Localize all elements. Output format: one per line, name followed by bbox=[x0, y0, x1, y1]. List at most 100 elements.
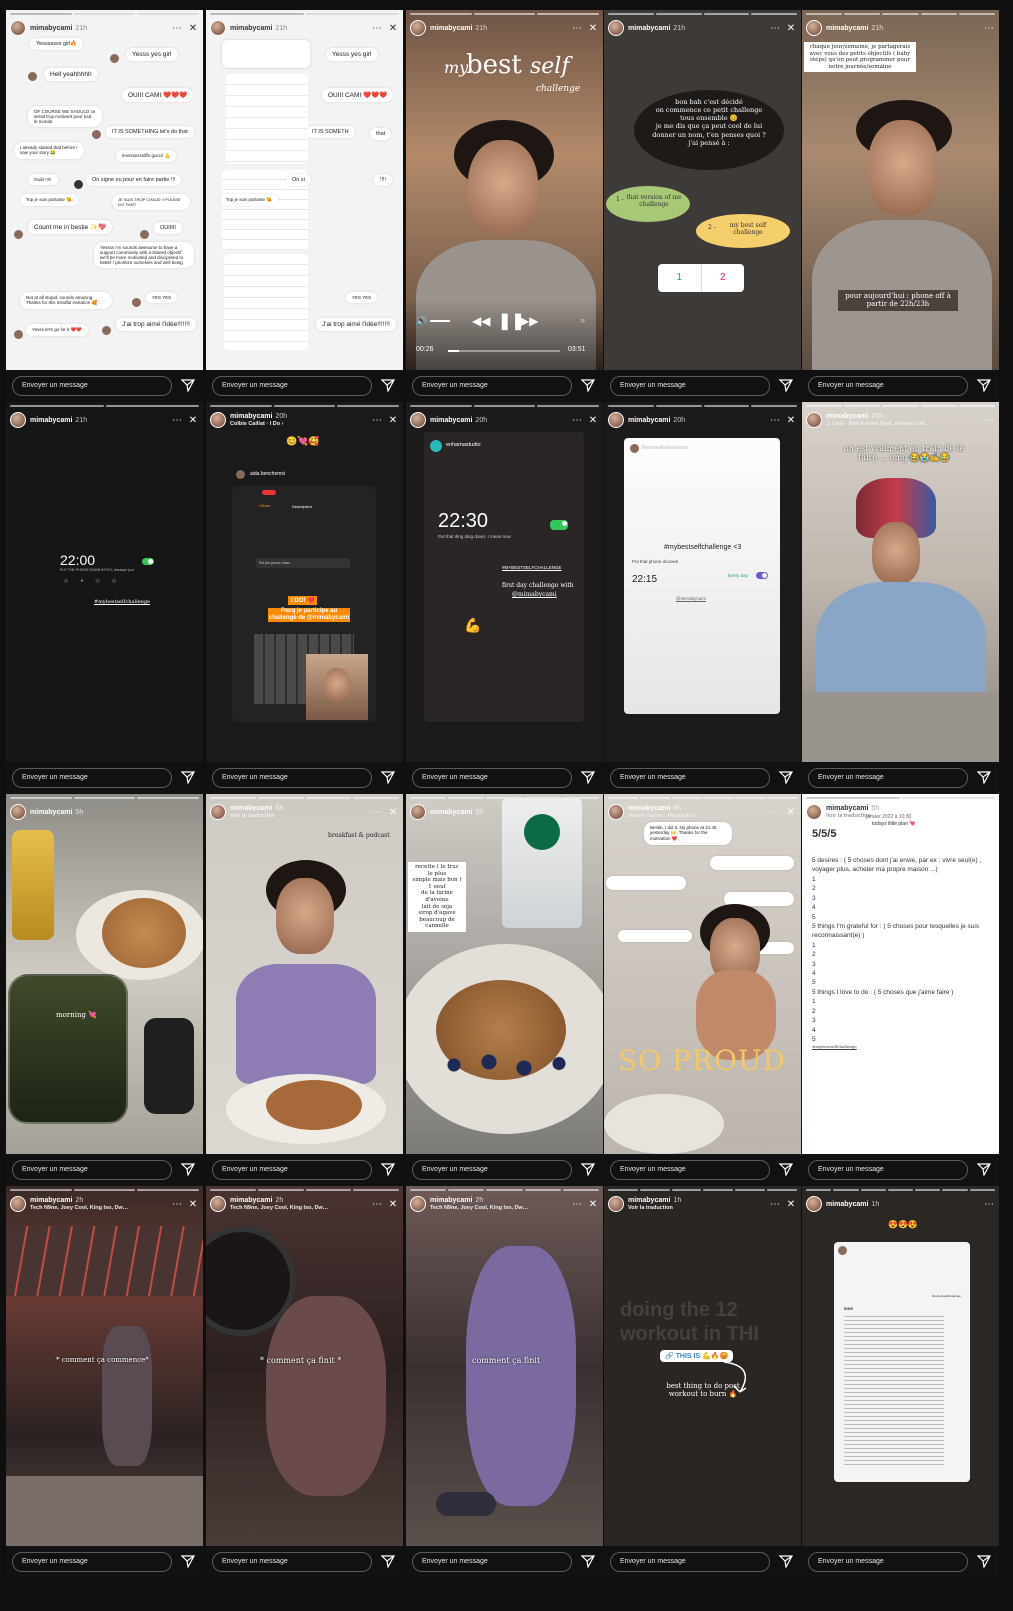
send-icon[interactable] bbox=[779, 1554, 793, 1568]
more-options-icon[interactable]: ⋯ bbox=[571, 23, 583, 34]
send-icon[interactable] bbox=[977, 378, 991, 392]
send-icon[interactable] bbox=[381, 1162, 395, 1176]
more-options-icon[interactable]: ⋯ bbox=[571, 1199, 583, 1210]
send-icon[interactable] bbox=[381, 770, 395, 784]
avatar[interactable] bbox=[210, 412, 226, 428]
story-card[interactable]: mimabycami 21h ⋯ ✕ Yesssssss girl🔥 Yesss … bbox=[6, 10, 203, 402]
message-input[interactable]: Envoyer un message bbox=[12, 376, 172, 396]
avatar[interactable] bbox=[410, 804, 426, 820]
message-input[interactable]: Envoyer un message bbox=[12, 768, 172, 788]
send-icon[interactable] bbox=[581, 378, 595, 392]
close-icon[interactable]: ✕ bbox=[785, 415, 797, 426]
avatar[interactable] bbox=[608, 20, 624, 36]
message-input[interactable]: Envoyer un message bbox=[12, 1552, 172, 1572]
avatar[interactable] bbox=[10, 412, 26, 428]
skip-icon[interactable]: » bbox=[580, 315, 585, 325]
story-card[interactable]: mimabycami 2h Tech N9ne, Joey Cool, King I… bbox=[6, 1186, 203, 1578]
story-card[interactable]: mimabycami 20h ⋯ ✕ thesnowflakeslesson #m… bbox=[604, 402, 801, 794]
avatar[interactable] bbox=[608, 1196, 624, 1212]
message-input[interactable]: Envoyer un message bbox=[610, 768, 770, 788]
message-input[interactable]: Envoyer un message bbox=[808, 1160, 968, 1180]
send-icon[interactable] bbox=[779, 378, 793, 392]
send-icon[interactable] bbox=[181, 1162, 195, 1176]
volume-slider[interactable] bbox=[430, 320, 450, 322]
message-input[interactable]: Envoyer un message bbox=[610, 1552, 770, 1572]
story-card[interactable]: mimabycami 1h ⋯ 😍😍😍 #mybestselfchallenge … bbox=[802, 1186, 999, 1578]
close-icon[interactable]: ✕ bbox=[387, 1199, 399, 1210]
avatar[interactable] bbox=[608, 804, 624, 820]
story-card[interactable]: mimabycami 21h ⋯ ✕ bon bah c'est décidé on… bbox=[604, 10, 801, 402]
close-icon[interactable]: ✕ bbox=[785, 1199, 797, 1210]
message-input[interactable]: Envoyer un message bbox=[412, 1552, 572, 1572]
username[interactable]: mimabycami 2h Tech N9ne, Joey Cool, King I… bbox=[30, 1197, 128, 1211]
close-icon[interactable]: ✕ bbox=[785, 23, 797, 34]
send-icon[interactable] bbox=[779, 1162, 793, 1176]
username[interactable]: mimabycami 21h bbox=[628, 25, 685, 32]
more-options-icon[interactable]: ⋯ bbox=[769, 807, 781, 818]
story-card[interactable]: mimabycami 5h Voir la traduction ⋯ ✕ break… bbox=[206, 794, 403, 1186]
forward-icon[interactable]: ▶▶ bbox=[520, 314, 538, 328]
story-card[interactable]: mimabycami 2h Tech N9ne, Joey Cool, King I… bbox=[406, 1186, 603, 1578]
more-options-icon[interactable]: ⋯ bbox=[171, 415, 183, 426]
story-card[interactable]: mimabycami 21h ⋯ chaque jour/semaine, je … bbox=[802, 10, 999, 402]
avatar[interactable] bbox=[210, 1196, 226, 1212]
story-card[interactable]: mimabycami 20h J. Cole · She Knows (feat. … bbox=[802, 402, 999, 794]
username[interactable]: mimabycami 1h bbox=[826, 1201, 879, 1208]
media-player[interactable]: 🔊 ◀◀ ❚❚ ▶▶ » 00:26 03:51 bbox=[406, 300, 603, 370]
alarm-toggle[interactable] bbox=[756, 572, 768, 579]
more-options-icon[interactable]: ⋯ bbox=[769, 23, 781, 34]
send-icon[interactable] bbox=[581, 770, 595, 784]
more-options-icon[interactable]: ⋯ bbox=[769, 415, 781, 426]
send-icon[interactable] bbox=[977, 770, 991, 784]
story-card[interactable]: mimabycami 20h Colbie Caillat · I Do › ⋯ ✕… bbox=[206, 402, 403, 794]
story-card[interactable]: mimabycami 2h Tech N9ne, Joey Cool, King I… bbox=[206, 1186, 403, 1578]
username[interactable]: mimabycami 21h bbox=[30, 417, 87, 424]
message-input[interactable]: Envoyer un message bbox=[808, 768, 968, 788]
alarm-toggle[interactable] bbox=[550, 520, 568, 530]
message-input[interactable]: Envoyer un message bbox=[212, 1552, 372, 1572]
more-options-icon[interactable]: ⋯ bbox=[983, 415, 995, 426]
username[interactable]: mimabycami 2h Tech N9ne, Joey Cool, King I… bbox=[430, 1197, 528, 1211]
username[interactable]: mimabycami 5h Voir la traduction bbox=[230, 805, 283, 819]
poll-option-1[interactable]: 1 bbox=[658, 264, 702, 292]
more-options-icon[interactable]: ⋯ bbox=[371, 807, 383, 818]
username[interactable]: mimabycami 21h bbox=[430, 25, 487, 32]
story-card[interactable]: mimabycami 1h Voir la traduction ⋯ ✕ doing… bbox=[604, 1186, 801, 1578]
send-icon[interactable] bbox=[779, 770, 793, 784]
username[interactable]: mimabycami 5h bbox=[430, 809, 483, 816]
message-input[interactable]: Envoyer un message bbox=[212, 768, 372, 788]
seek-bar[interactable] bbox=[448, 350, 560, 352]
story-card[interactable]: mimabycami 20h ⋯ ✕ enhamastudio 22:30 Put… bbox=[406, 402, 603, 794]
message-input[interactable]: Envoyer un message bbox=[12, 1160, 172, 1180]
poll-option-2[interactable]: 2 bbox=[702, 264, 745, 292]
more-options-icon[interactable]: ⋯ bbox=[769, 1199, 781, 1210]
avatar[interactable] bbox=[806, 1196, 822, 1212]
more-options-icon[interactable]: ⋯ bbox=[371, 415, 383, 426]
username[interactable]: mimabycami 5h Jessie Taylor · Mountains › bbox=[628, 805, 698, 819]
message-input[interactable]: Envoyer un message bbox=[212, 376, 372, 396]
message-input[interactable]: Envoyer un message bbox=[212, 1160, 372, 1180]
close-icon[interactable]: ✕ bbox=[387, 807, 399, 818]
message-input[interactable]: Envoyer un message bbox=[808, 1552, 968, 1572]
close-icon[interactable]: ✕ bbox=[587, 23, 599, 34]
avatar[interactable] bbox=[608, 412, 624, 428]
rewind-icon[interactable]: ◀◀ bbox=[472, 314, 490, 328]
more-options-icon[interactable]: ⋯ bbox=[371, 1199, 383, 1210]
avatar[interactable] bbox=[10, 804, 26, 820]
send-icon[interactable] bbox=[581, 1554, 595, 1568]
avatar[interactable] bbox=[410, 20, 426, 36]
volume-icon[interactable]: 🔊 bbox=[416, 316, 427, 327]
username[interactable]: mimabycami 21h bbox=[230, 25, 287, 32]
username[interactable]: mimabycami 21h bbox=[826, 25, 883, 32]
mention-link[interactable]: @mimabycami bbox=[676, 596, 706, 601]
alarm-toggle[interactable] bbox=[142, 558, 154, 565]
more-options-icon[interactable]: ⋯ bbox=[983, 23, 995, 34]
close-icon[interactable]: ✕ bbox=[587, 415, 599, 426]
avatar[interactable] bbox=[806, 412, 822, 428]
more-options-icon[interactable]: ⋯ bbox=[171, 1199, 183, 1210]
avatar[interactable] bbox=[410, 1196, 426, 1212]
close-icon[interactable]: ✕ bbox=[387, 415, 399, 426]
more-options-icon[interactable]: ⋯ bbox=[571, 415, 583, 426]
send-icon[interactable] bbox=[181, 378, 195, 392]
send-icon[interactable] bbox=[977, 1162, 991, 1176]
